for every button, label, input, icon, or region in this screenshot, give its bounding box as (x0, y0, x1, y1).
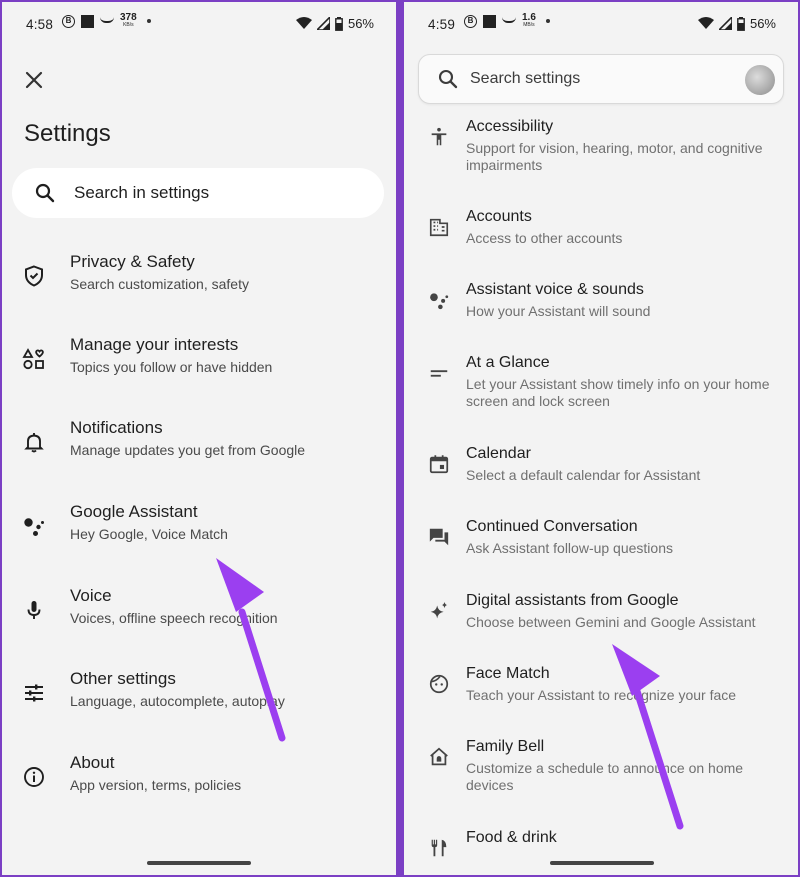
settings-item-subtitle: Choose between Gemini and Google Assista… (466, 614, 756, 630)
page-title: Settings (24, 120, 111, 147)
accessibility-icon (431, 127, 447, 146)
assistant-icon (24, 518, 44, 536)
more-notifications-icon (545, 19, 550, 23)
settings-item-title: Digital assistants from Google (466, 592, 679, 609)
settings-item-about[interactable]: About App version, terms, policies (2, 753, 396, 813)
wifi-icon (295, 17, 312, 29)
calendar-icon (429, 455, 449, 474)
settings-item-title: Calendar (466, 445, 531, 462)
gesture-bar[interactable] (550, 861, 654, 865)
search-placeholder: Search settings (470, 70, 581, 87)
network-speed: 1.6 MB/s (522, 12, 536, 29)
amazon-icon (502, 17, 516, 23)
settings-item-subtitle: Support for vision, hearing, motor, and … (466, 140, 763, 173)
settings-item-title: Manage your interests (70, 335, 239, 354)
settings-item-title: Food & drink (466, 829, 557, 846)
home-bell-icon (430, 747, 448, 766)
close-button[interactable] (20, 66, 48, 94)
annotation-arrow (612, 644, 684, 830)
more-notifications-icon (146, 19, 151, 23)
battery-percent: 56% (347, 16, 374, 31)
settings-item-subtitle: Hey Google, Voice Match (70, 526, 228, 542)
signal-icon (718, 17, 732, 30)
settings-item-title: Family Bell (466, 738, 545, 755)
settings-item-subtitle: How your Assistant will sound (466, 303, 651, 319)
status-bar: 4:58 B 378 KB/s 56% (2, 2, 396, 50)
settings-item-title: Continued Conversation (466, 518, 638, 535)
status-time: 4:58 (26, 17, 54, 32)
settings-item-title: At a Glance (466, 354, 550, 371)
avatar[interactable] (745, 65, 775, 95)
network-speed: 378 KB/s (120, 12, 137, 29)
search-input[interactable]: Search in settings (12, 168, 384, 218)
settings-item-title: Face Match (466, 665, 550, 682)
glance-icon (430, 370, 448, 377)
settings-item-title: Accessibility (466, 118, 554, 135)
building-icon (429, 218, 449, 237)
face-icon (429, 674, 449, 694)
settings-item-title: Privacy & Safety (70, 252, 195, 271)
settings-item-title: Notifications (70, 418, 163, 437)
settings-item-privacy-safety[interactable]: Privacy & Safety Search customization, s… (2, 252, 396, 312)
chat-icon (429, 528, 449, 546)
settings-item-subtitle: Search customization, safety (70, 276, 249, 292)
right-screen: 4:59 B 1.6 MB/s 56% Search settings Acces… (404, 2, 798, 875)
gesture-bar[interactable] (147, 861, 251, 865)
annotation-arrow (216, 558, 286, 742)
sliders-icon (25, 684, 43, 702)
signal-icon (316, 17, 330, 30)
settings-item-subtitle: Ask Assistant follow-up questions (466, 540, 673, 556)
status-bar: 4:59 B 1.6 MB/s 56% (404, 2, 798, 50)
bell-icon (24, 433, 44, 453)
settings-item-subtitle: Select a default calendar for Assistant (466, 467, 701, 483)
fork-knife-icon (431, 839, 447, 857)
search-icon (438, 69, 458, 89)
amazon-icon (100, 17, 114, 23)
settings-item-manage-interests[interactable]: Manage your interests Topics you follow … (2, 335, 396, 395)
interests-icon (22, 348, 44, 370)
settings-item-subtitle: App version, terms, policies (70, 777, 242, 793)
close-icon (25, 71, 43, 89)
sparkle-icon (430, 601, 448, 619)
notification-square-icon (483, 14, 496, 28)
settings-item-subtitle: Topics you follow or have hidden (70, 359, 273, 375)
settings-item-subtitle: Access to other accounts (466, 230, 623, 246)
settings-item-title: Google Assistant (70, 502, 198, 521)
settings-item-subtitle: Let your Assistant show timely info on y… (466, 376, 770, 409)
wifi-icon (697, 17, 714, 29)
assistant-icon (430, 293, 449, 310)
notification-square-icon (81, 14, 94, 28)
status-time: 4:59 (428, 17, 456, 32)
battery-icon (335, 16, 343, 31)
settings-item-title: Assistant voice & sounds (466, 281, 644, 298)
info-icon (24, 767, 44, 787)
settings-item-subtitle: Manage updates you get from Google (70, 442, 306, 458)
microphone-icon (27, 601, 41, 619)
left-screen: 4:58 B 378 KB/s 56% Settings Search in se… (2, 2, 396, 875)
settings-item-title: Other settings (70, 669, 176, 688)
b-badge-icon: B (464, 14, 477, 28)
settings-item-notifications[interactable]: Notifications Manage updates you get fro… (2, 418, 396, 478)
shield-check-icon (25, 265, 43, 287)
search-icon (35, 183, 55, 203)
search-input[interactable]: Search settings (418, 54, 784, 104)
battery-icon (737, 16, 745, 31)
settings-item-title: Voice (70, 586, 112, 605)
battery-percent: 56% (749, 16, 776, 31)
settings-item-title: About (70, 753, 115, 772)
settings-item-title: Accounts (466, 208, 532, 225)
search-placeholder: Search in settings (74, 183, 210, 202)
b-badge-icon: B (62, 14, 75, 28)
